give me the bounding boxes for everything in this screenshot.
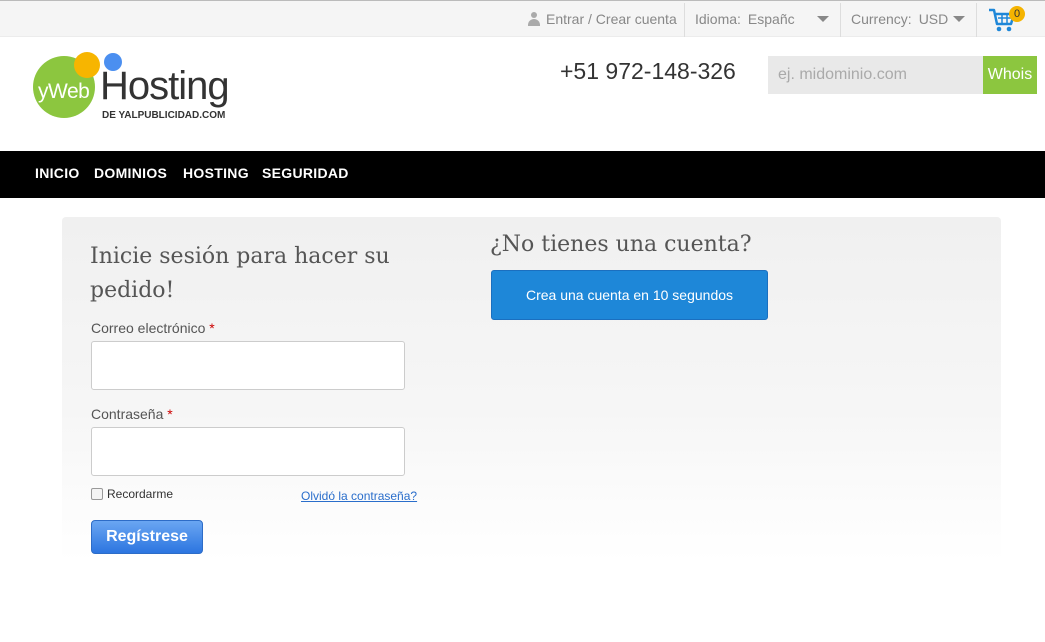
remember-label: Recordarme (107, 487, 174, 501)
nav-item-seguridad[interactable]: SEGURIDAD (262, 151, 349, 198)
nav-item-inicio[interactable]: INICIO (35, 151, 80, 198)
currency-value: USD (918, 11, 949, 27)
top-utility-bar: Entrar / Crear cuenta Idioma: Españc Cur… (0, 0, 1045, 37)
password-label: Contraseña * (91, 406, 173, 422)
currency-label: Currency: (851, 11, 912, 27)
divider (684, 3, 685, 37)
login-link-label: Entrar / Crear cuenta (546, 11, 677, 27)
language-label: Idioma: (695, 11, 741, 27)
cart-button[interactable]: 0 (988, 6, 1028, 34)
nav-item-hosting[interactable]: HOSTING (183, 151, 249, 198)
divider (976, 3, 977, 37)
logo-prefix: yWeb (38, 80, 90, 103)
language-selector[interactable]: Idioma: Españc (695, 1, 835, 37)
user-icon (528, 12, 540, 26)
login-link[interactable]: Entrar / Crear cuenta (528, 1, 677, 37)
required-mark: * (167, 406, 173, 422)
logo-main-text: Hosting (100, 64, 230, 108)
main-nav: INICIO DOMINIOS HOSTING SEGURIDAD (0, 151, 1045, 198)
email-field[interactable] (91, 341, 405, 390)
chevron-down-icon (817, 16, 829, 22)
phone-number: +51 972-148-326 (560, 58, 736, 84)
signup-title: ¿No tienes una cuenta? (490, 232, 752, 257)
required-mark: * (209, 320, 215, 336)
divider (840, 3, 841, 37)
remember-me[interactable]: Recordarme (91, 487, 173, 501)
currency-selector[interactable]: Currency: USD (851, 1, 969, 37)
create-account-button[interactable]: Crea una cuenta en 10 segundos (491, 270, 768, 320)
site-logo[interactable]: yWeb Hosting DE YALPUBLICIDAD.COM (30, 48, 245, 128)
password-field[interactable] (91, 427, 405, 476)
logo-tagline: DE YALPUBLICIDAD.COM (102, 110, 226, 121)
domain-search-input[interactable] (768, 56, 983, 94)
register-button[interactable]: Regístrese (91, 520, 203, 554)
chevron-down-icon (953, 16, 965, 22)
email-label: Correo electrónico * (91, 320, 215, 336)
nav-item-dominios[interactable]: DOMINIOS (94, 151, 167, 198)
language-value: Españc (747, 11, 795, 27)
remember-checkbox[interactable] (91, 488, 103, 500)
forgot-password-link[interactable]: Olvidó la contraseña? (301, 489, 417, 503)
login-title: Inicie sesión para hacer su pedido! (90, 244, 390, 303)
cart-count-badge: 0 (1009, 6, 1025, 22)
whois-button[interactable]: Whois (983, 56, 1037, 94)
